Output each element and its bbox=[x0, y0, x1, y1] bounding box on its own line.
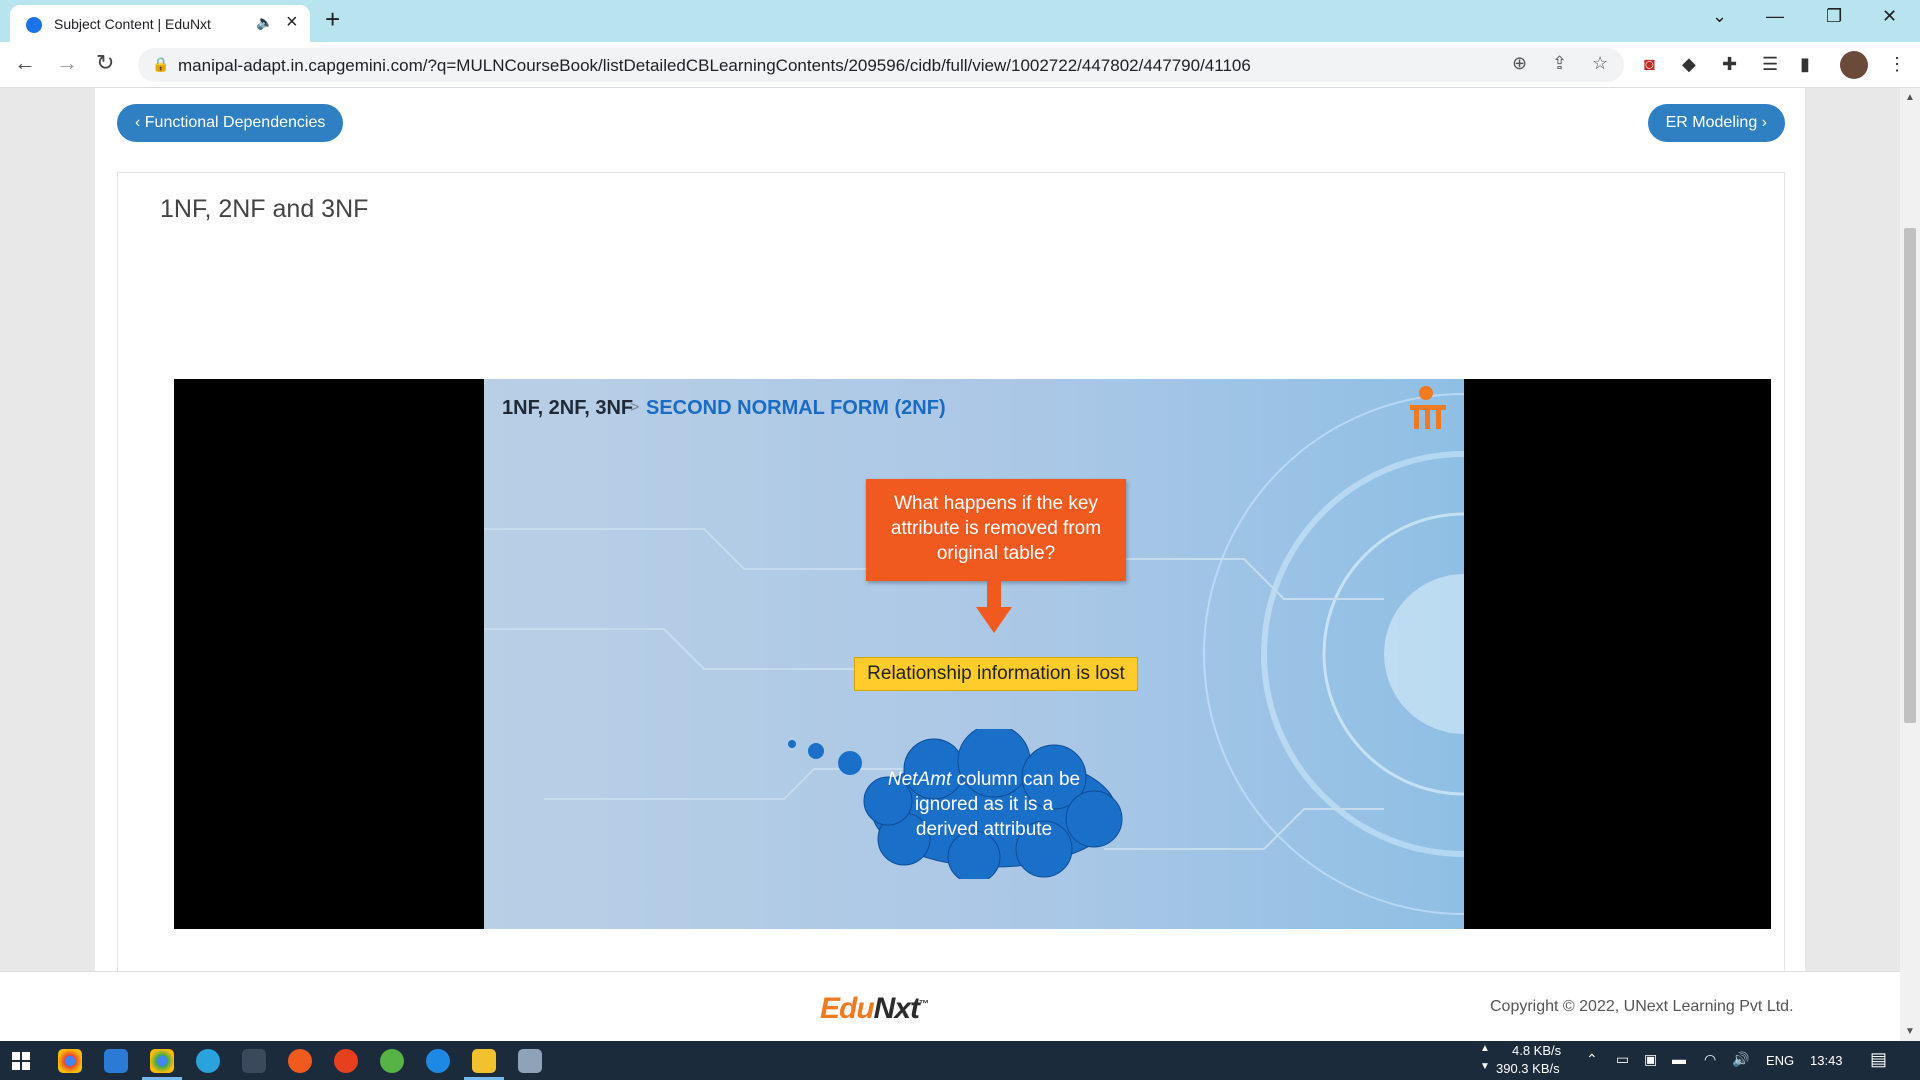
meet-icon[interactable]: ▣ bbox=[1644, 1051, 1657, 1068]
prev-lesson-button[interactable]: ‹ Functional Dependencies bbox=[117, 104, 344, 142]
audio-playing-icon[interactable]: 🔈 bbox=[256, 14, 273, 31]
net-up-arrow-icon: ▲ bbox=[1480, 1043, 1490, 1054]
telegram-taskbar-icon[interactable] bbox=[196, 1049, 220, 1073]
copyright-text: Copyright © 2022, UNext Learning Pvt Ltd… bbox=[1490, 998, 1794, 1015]
windows-taskbar: ▲ 4.8 KB/s ▼ 390.3 KB/s ⌃ ▭ ▣ ▬ ◠ 🔊 ENG … bbox=[0, 1041, 1920, 1080]
tab-title: Subject Content | EduNxt bbox=[54, 16, 211, 32]
video-player[interactable]: 1NF, 2NF, 3NF > SECOND NORMAL FORM (2NF)… bbox=[174, 379, 1771, 929]
extensions-icon[interactable]: ✚ bbox=[1722, 54, 1737, 75]
clock[interactable]: 13:43 bbox=[1810, 1053, 1843, 1068]
down-arrow-icon bbox=[976, 581, 1012, 633]
next-lesson-button[interactable]: ER Modeling › bbox=[1647, 104, 1785, 142]
back-icon[interactable]: ← bbox=[14, 50, 36, 76]
slide-heading-subtopic: SECOND NORMAL FORM (2NF) bbox=[646, 397, 946, 419]
scroll-up-icon[interactable]: ▲ bbox=[1905, 92, 1915, 103]
vscode-taskbar-icon[interactable] bbox=[104, 1049, 128, 1073]
new-tab-icon[interactable]: + bbox=[325, 4, 340, 35]
page-scrollbar[interactable]: ▲ ▼ bbox=[1900, 88, 1920, 1041]
postman-taskbar-icon[interactable] bbox=[288, 1049, 312, 1073]
net-upload-speed: 4.8 KB/s bbox=[1512, 1043, 1562, 1058]
slide-heading-topic: 1NF, 2NF, 3NF bbox=[502, 397, 634, 419]
browser-tab-bar: Subject Content | EduNxt 🔈 × + ⌄ — ❐ ✕ bbox=[0, 0, 1920, 42]
scroll-down-icon[interactable]: ▼ bbox=[1905, 1026, 1915, 1037]
logo-edu: Edu bbox=[820, 992, 875, 1025]
slide-heading-separator: > bbox=[630, 399, 640, 416]
edunxt-favicon-icon bbox=[26, 17, 42, 33]
windows-start-icon[interactable] bbox=[12, 1052, 30, 1070]
restore-icon[interactable]: ❐ bbox=[1826, 6, 1842, 27]
star-icon[interactable]: ☆ bbox=[1592, 53, 1608, 74]
url-text[interactable]: manipal-adapt.in.capgemini.com/?q=MULNCo… bbox=[178, 56, 1251, 76]
reading-list-icon[interactable]: ☰ bbox=[1762, 54, 1778, 75]
net-download-speed: 390.3 KB/s bbox=[1496, 1061, 1560, 1076]
answer-callout: Relationship information is lost bbox=[854, 657, 1138, 691]
presentation-taskbar-icon[interactable] bbox=[334, 1049, 358, 1073]
pocket-extension-icon[interactable]: ◙ bbox=[1644, 54, 1655, 75]
app-taskbar-icon[interactable] bbox=[242, 1049, 266, 1073]
close-tab-icon[interactable]: × bbox=[286, 11, 298, 34]
logo-trademark: ™ bbox=[919, 999, 929, 1010]
lock-icon[interactable]: 🔒 bbox=[152, 56, 169, 73]
wifi-icon[interactable]: ◠ bbox=[1704, 1051, 1716, 1068]
volume-icon[interactable]: 🔊 bbox=[1732, 1051, 1749, 1068]
page-area: ‹ Functional Dependencies ER Modeling › … bbox=[0, 88, 1920, 1041]
question-callout: What happens if the key attribute is rem… bbox=[866, 479, 1126, 581]
address-bar[interactable]: 🔒 manipal-adapt.in.capgemini.com/?q=MULN… bbox=[138, 48, 1624, 82]
browser-taskbar-icon[interactable] bbox=[426, 1049, 450, 1073]
profile-avatar[interactable] bbox=[1840, 51, 1868, 79]
menu-icon[interactable]: ⋮ bbox=[1888, 54, 1906, 75]
manipal-logo-icon bbox=[1410, 386, 1446, 429]
scroll-thumb[interactable] bbox=[1904, 228, 1916, 723]
lesson-card: 1NF, 2NF and 3NF 1NF, 2NF, 3NF > SECOND … bbox=[117, 172, 1785, 1002]
chrome-taskbar-icon[interactable] bbox=[58, 1049, 82, 1073]
battery-icon[interactable]: ▬ bbox=[1672, 1051, 1686, 1067]
minimize-icon[interactable]: — bbox=[1766, 6, 1784, 27]
notifications-icon[interactable]: ▤ bbox=[1870, 1049, 1887, 1070]
reload-icon[interactable]: ↻ bbox=[96, 50, 114, 76]
zoom-icon[interactable]: ⊕ bbox=[1512, 53, 1527, 74]
net-down-arrow-icon: ▼ bbox=[1480, 1061, 1490, 1072]
language-indicator[interactable]: ENG bbox=[1766, 1053, 1794, 1068]
page-title: 1NF, 2NF and 3NF bbox=[160, 195, 369, 223]
utorrent-taskbar-icon[interactable] bbox=[380, 1049, 404, 1073]
logo-nxt: Nxt bbox=[873, 992, 920, 1025]
share-icon[interactable]: ⇪ bbox=[1552, 53, 1567, 74]
tab-search-icon[interactable]: ⌄ bbox=[1712, 6, 1727, 27]
browser-tab[interactable]: Subject Content | EduNxt 🔈 × bbox=[10, 5, 310, 42]
video-slide: 1NF, 2NF, 3NF > SECOND NORMAL FORM (2NF)… bbox=[484, 379, 1464, 929]
content-column: ‹ Functional Dependencies ER Modeling › … bbox=[95, 88, 1805, 1002]
tablet-icon[interactable]: ▭ bbox=[1616, 1051, 1629, 1068]
browser-toolbar: ← → ↻ 🔒 manipal-adapt.in.capgemini.com/?… bbox=[0, 42, 1920, 88]
chrome-active-taskbar-icon[interactable] bbox=[150, 1049, 174, 1073]
thought-italic-term: NetAmt bbox=[887, 769, 952, 790]
close-window-icon[interactable]: ✕ bbox=[1882, 6, 1897, 27]
thought-cloud-text: NetAmt column can be ignored as it is a … bbox=[884, 767, 1084, 842]
file-explorer-taskbar-icon[interactable] bbox=[472, 1049, 496, 1073]
show-hidden-icons-icon[interactable]: ⌃ bbox=[1586, 1051, 1598, 1068]
side-panel-icon[interactable]: ▮ bbox=[1800, 54, 1810, 75]
forward-icon[interactable]: → bbox=[56, 50, 78, 76]
task-manager-taskbar-icon[interactable] bbox=[518, 1049, 542, 1073]
page-footer: EduNxt™ Copyright © 2022, UNext Learning… bbox=[0, 971, 1905, 1041]
extension-icon[interactable]: ◆ bbox=[1682, 54, 1696, 75]
edunxt-logo: EduNxt™ bbox=[820, 992, 929, 1026]
